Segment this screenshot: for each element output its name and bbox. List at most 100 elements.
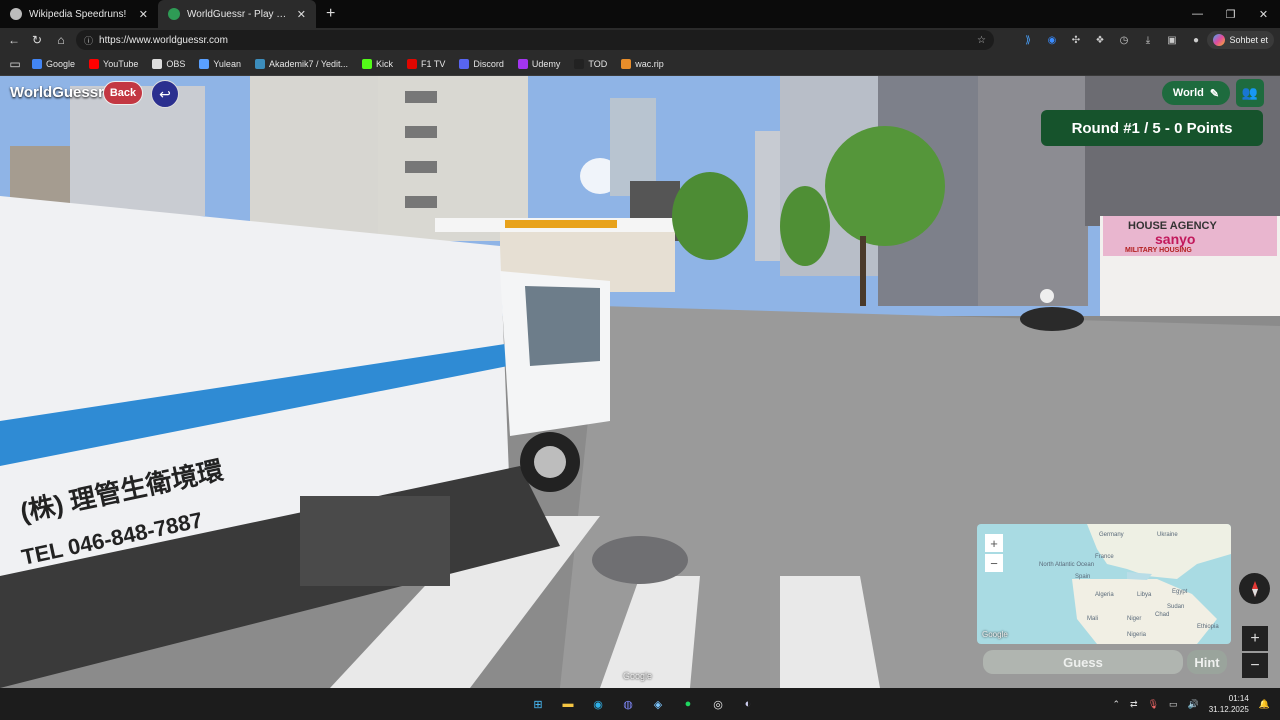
party-users-icon[interactable]: 👥 [1236,79,1264,107]
worldguessr-favicon-icon [168,8,180,20]
favorite-star-icon[interactable]: ☆ [977,35,986,46]
back-button[interactable]: Back [103,81,143,105]
map-mode-label: World [1172,87,1204,99]
bookmark-favicon-icon [152,58,163,69]
worldguessr-logo: WorldGuessr [10,84,104,101]
copilot-icon [1213,34,1226,46]
obs-icon[interactable]: ◎ [706,692,730,716]
system-tray: ⌃ ⇄ 🎙 ▭ 🔊 01:14 31.12.2025 🔔 [1112,688,1270,720]
windows-start-icon[interactable]: ⊞ [526,692,550,716]
collections-icon[interactable]: ❖ [1090,30,1110,50]
history-icon[interactable]: ◷ [1114,30,1134,50]
tab-worldguessr[interactable]: WorldGuessr - Play Geoguessr for Free ✕ [158,0,316,28]
steam-icon[interactable]: ◐ [736,692,760,716]
file-explorer-icon[interactable]: ▬ [556,692,580,716]
copilot-button[interactable]: Sohbet et [1207,31,1274,49]
bookmark-label: Discord [473,58,504,69]
edge-browser-icon[interactable]: ◉ [586,692,610,716]
url-text: https://www.worldguessr.com [99,34,228,46]
map-label: North Atlantic Ocean [1039,562,1095,568]
close-icon[interactable]: ✕ [139,8,148,21]
tab-strip: Wikipedia Speedruns! ✕ WorldGuessr - Pla… [0,0,1280,28]
tab-title: Wikipedia Speedruns! [29,8,127,20]
sidebar-toggle-icon[interactable]: ▭ [6,52,24,76]
map-label: Egypt [1172,589,1188,595]
copilot-label: Sohbet et [1229,35,1268,45]
panorama-zoom-in[interactable]: + [1242,626,1268,651]
spotify-icon[interactable]: ● [676,692,700,716]
extension-icon[interactable]: ◉ [1042,30,1062,50]
discord-icon[interactable]: ◍ [616,692,640,716]
bookmark-favicon-icon [517,58,528,69]
map-label: France [1095,554,1114,560]
network-icon[interactable]: ▭ [1169,699,1178,710]
time: 01:14 [1228,694,1249,703]
profile-avatar-icon[interactable]: ● [1186,30,1206,50]
new-tab-button[interactable]: + [316,5,345,23]
undo-arrow-icon[interactable]: ↩ [151,80,179,108]
panorama-zoom-out[interactable]: − [1242,653,1268,678]
map-label: Mali [1087,616,1099,622]
site-info-icon[interactable]: ⓘ [84,34,93,47]
clock[interactable]: 01:14 31.12.2025 [1209,693,1249,715]
bookmark-label: F1 TV [421,58,446,69]
bookmark-item[interactable]: Akademik7 / Yedit... [249,58,354,69]
bookmark-favicon-icon [621,58,632,69]
bookmark-item[interactable]: F1 TV [401,58,451,69]
street-view-panorama[interactable]: (株) 理管生衛境環 TEL 046-848-7887 HOUSE AGENCY… [0,76,1280,688]
chevron-up-icon[interactable]: ⌃ [1112,699,1120,710]
home-icon[interactable]: ⌂ [49,28,73,52]
tab-wikipedia[interactable]: Wikipedia Speedruns! ✕ [0,0,158,28]
compass-icon[interactable] [1239,573,1270,604]
bookmark-favicon-icon [574,58,585,69]
map-label: Algeria [1095,592,1114,598]
extensions-puzzle-icon[interactable]: ✣ [1066,30,1086,50]
back-arrow-icon[interactable]: ← [2,28,26,52]
map-label: Nigeria [1127,632,1147,638]
bookmark-favicon-icon [32,58,42,69]
microphone-icon[interactable]: 🎙 [1148,699,1159,710]
tab-title: WorldGuessr - Play Geoguessr for Free [187,8,290,20]
close-icon[interactable]: ✕ [297,8,306,21]
taskbar: ⊞ ▬ ◉ ◍ ◈ ● ◎ ◐ ⌃ ⇄ 🎙 ▭ 🔊 01:14 31.12.20… [0,688,1280,720]
hint-button[interactable]: Hint [1187,650,1227,674]
read-aloud-icon[interactable]: ⟫ [1018,30,1038,50]
map-label: Germany [1099,532,1124,538]
url-field[interactable]: ⓘ https://www.worldguessr.com ☆ [76,30,994,50]
bookmark-label: Yulean [213,58,241,69]
map-label: Libya [1137,592,1152,598]
bookmark-favicon-icon [407,58,418,69]
notification-bell-icon[interactable]: 🔔 [1259,699,1270,710]
bookmark-item[interactable]: wac.rip [615,58,670,69]
bookmark-item[interactable]: Yulean [193,58,247,69]
map-label: Niger [1127,616,1142,622]
bookmark-favicon-icon [362,58,373,69]
volume-icon[interactable]: 🔊 [1188,699,1199,710]
screenshot-icon[interactable]: ▣ [1162,30,1182,50]
maximize-button[interactable]: ❐ [1214,0,1247,28]
map-mode-button[interactable]: World ✎ [1162,81,1230,105]
refresh-icon[interactable]: ↻ [25,28,49,52]
map-zoom-out[interactable]: − [985,554,1003,572]
download-icon[interactable]: ⤓ [1138,30,1158,50]
guess-minimap[interactable]: + − North Atlantic Ocean Germany Ukraine Fr… [977,524,1231,644]
bookmark-item[interactable]: Google [26,58,81,69]
minimize-button[interactable]: — [1181,0,1214,28]
pencil-icon: ✎ [1209,87,1220,100]
bookmark-item[interactable]: Kick [356,58,399,69]
bookmark-item[interactable]: OBS [146,58,191,69]
bookmark-item[interactable]: YouTube [83,58,144,69]
address-bar-row: ← ↻ ⌂ ⓘ https://www.worldguessr.com ☆ ⟫ … [0,28,1280,52]
round-status: Round #1 / 5 - 0 Points [1041,110,1263,146]
map-zoom-in[interactable]: + [985,534,1003,552]
bookmarks-bar: ▭ Google YouTube OBS Yulean Akademik7 / Yedi… [0,52,1280,76]
shop-sign-3: MILITARY HOUSING [1125,247,1192,254]
close-window-button[interactable]: ✕ [1247,0,1280,28]
map-label: Ukraine [1157,532,1178,538]
bookmark-item[interactable]: Udemy [512,58,567,69]
app-icon[interactable]: ◈ [646,692,670,716]
bookmark-item[interactable]: TOD [568,58,613,69]
guess-button[interactable]: Guess [983,650,1183,674]
bookmark-item[interactable]: Discord [453,58,510,69]
sync-icon[interactable]: ⇄ [1130,699,1138,710]
